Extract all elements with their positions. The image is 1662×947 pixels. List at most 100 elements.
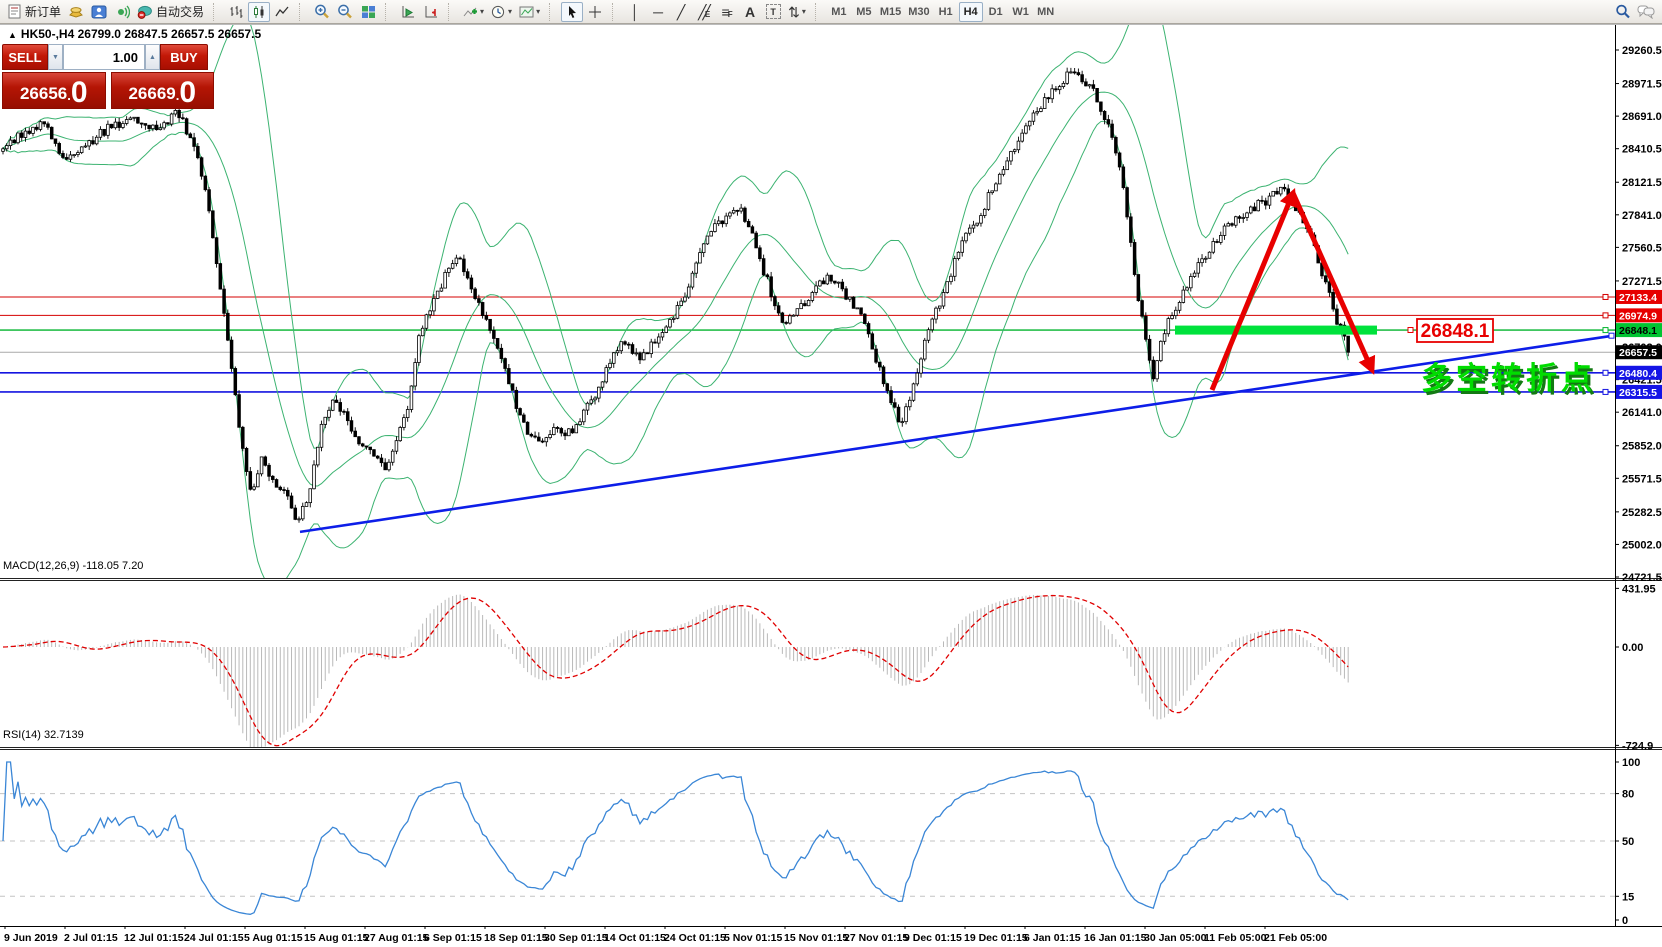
volume-increase-button[interactable]: ▲ — [145, 44, 160, 70]
volume-input[interactable]: 1.00 — [63, 44, 145, 70]
buy-price-display[interactable]: 26669.0 — [111, 72, 215, 109]
toolbar-separator — [448, 3, 456, 21]
collapse-panel-icon[interactable]: ▲ — [8, 30, 17, 40]
autoscroll-icon — [401, 5, 416, 19]
candlestick-chart-button[interactable] — [248, 2, 270, 22]
arrows-tool-icon: ⇅ — [788, 5, 800, 19]
gold-icon — [68, 5, 84, 19]
zoom-in-button[interactable] — [311, 2, 333, 22]
dropdown-arrow-icon: ▾ — [480, 7, 484, 16]
text-tool-button[interactable]: A — [739, 2, 761, 22]
line-chart-icon — [275, 5, 290, 19]
toolbar-separator — [299, 3, 307, 21]
price-axis-tick: 27841.0 — [1622, 210, 1662, 222]
arrows-tool-button[interactable]: ⇅▾ — [785, 2, 809, 22]
time-axis-label: 24 Oct 01:15 — [664, 932, 726, 944]
buy-button[interactable]: BUY — [160, 44, 208, 70]
symbol-ohlc-text: HK50-,H4 26799.0 26847.5 26657.5 26657.5 — [21, 27, 261, 41]
new-order-button[interactable]: 新订单 — [4, 2, 64, 22]
time-axis-label: 6 Jan 01:15 — [1024, 932, 1081, 944]
crosshair-tool-button[interactable] — [584, 2, 606, 22]
sell-price-int: 26656 — [20, 82, 67, 107]
timeframe-w1-button[interactable]: W1 — [1009, 2, 1033, 22]
timeframe-m1-button[interactable]: M1 — [827, 2, 851, 22]
price-tag-annotation: 26848.1 — [1408, 319, 1493, 342]
market-watch-button[interactable] — [111, 2, 133, 22]
turning-point-annotation: 多空转折点多空转折点 — [1421, 361, 1599, 399]
candlestick-icon — [252, 5, 267, 19]
autoscroll-button[interactable] — [397, 2, 419, 22]
chart-shift-button[interactable] — [420, 2, 442, 22]
new-chart-button[interactable] — [88, 2, 110, 22]
price-marker-label: 26657.5 — [1619, 347, 1657, 359]
rsi-pane — [0, 762, 1615, 914]
price-axis-tick: 25571.5 — [1622, 473, 1662, 485]
bar-chart-button[interactable] — [225, 2, 247, 22]
price-axis-tick: 27560.5 — [1622, 242, 1662, 254]
new-order-icon — [7, 4, 22, 19]
rsi-indicator-label: RSI(14) 32.7139 — [3, 729, 84, 741]
timeframe-m15-button[interactable]: M15 — [877, 2, 904, 22]
chart-area[interactable]: 26848.1 多空转折点多空转折点 29260.528971.528691.028… — [0, 24, 1662, 947]
periods-button[interactable]: ▾ — [488, 2, 515, 22]
chat-bubbles-icon — [1637, 4, 1655, 19]
time-axis-label: 9 Jun 2019 — [4, 932, 58, 944]
volume-decrease-button[interactable]: ▼ — [48, 44, 63, 70]
channel-tool-button[interactable]: ╱╱E — [693, 2, 715, 22]
tile-windows-button[interactable] — [357, 2, 379, 22]
time-axis-label: 5 Aug 01:15 — [244, 932, 303, 944]
macd-axis-tick: 431.95 — [1622, 583, 1656, 595]
chat-button[interactable] — [1634, 2, 1658, 22]
price-axis-tick: 25282.5 — [1622, 507, 1662, 519]
dropdown-arrow-icon: ▾ — [508, 7, 512, 16]
support-highlight-bar — [1175, 326, 1377, 335]
timeframe-d1-button[interactable]: D1 — [984, 2, 1008, 22]
price-axis-tick: 25002.0 — [1622, 539, 1662, 551]
autotrading-button[interactable]: 自动交易 — [134, 2, 207, 22]
cursor-tool-button[interactable] — [561, 2, 583, 22]
line-chart-button[interactable] — [271, 2, 293, 22]
new-order-label: 新订单 — [25, 3, 61, 20]
templates-button[interactable]: ▾ — [516, 2, 543, 22]
zoom-out-button[interactable] — [334, 2, 356, 22]
search-button[interactable] — [1612, 2, 1634, 22]
horizontal-line-icon: ─ — [653, 5, 663, 19]
macd-axis-tick: -724.9 — [1622, 740, 1653, 752]
timeframe-m5-button[interactable]: M5 — [852, 2, 876, 22]
time-axis-label: 14 Oct 01:15 — [604, 932, 666, 944]
time-axis-label: 18 Sep 01:15 — [484, 932, 548, 944]
price-axis-tick: 26141.0 — [1622, 407, 1662, 419]
quotes-button[interactable] — [65, 2, 87, 22]
timeframe-h4-button[interactable]: H4 — [959, 2, 983, 22]
search-icon — [1615, 4, 1631, 19]
time-axis-label: 15 Nov 01:15 — [784, 932, 848, 944]
timeframe-m30-button[interactable]: M30 — [905, 2, 932, 22]
time-axis-label: 9 Dec 01:15 — [904, 932, 962, 944]
vertical-line-tool-button[interactable]: │ — [624, 2, 646, 22]
tile-windows-icon — [361, 5, 376, 19]
timeframe-mn-button[interactable]: MN — [1034, 2, 1058, 22]
price-axis: 29260.528971.528691.028410.528121.527841… — [1615, 45, 1662, 927]
text-label-tool-button[interactable]: T — [762, 2, 784, 22]
toolbar-separator — [549, 3, 557, 21]
clock-icon — [491, 5, 506, 19]
trendline-handle — [1609, 333, 1614, 338]
indicators-button[interactable]: ▾ — [460, 2, 487, 22]
sell-button[interactable]: SELL — [2, 44, 48, 70]
text-label-icon: T — [766, 4, 781, 19]
price-marker-label: 26848.1 — [1619, 325, 1657, 337]
template-icon — [519, 5, 534, 19]
sell-price-display[interactable]: 26656.0 — [2, 72, 106, 109]
chart-svg[interactable]: 26848.1 多空转折点多空转折点 29260.528971.528691.028… — [0, 24, 1662, 947]
macd-signal-line — [3, 596, 1348, 746]
bar-chart-icon — [229, 5, 244, 19]
time-axis-label: 30 Sep 01:15 — [544, 932, 608, 944]
time-axis-label: 27 Aug 01:15 — [364, 932, 429, 944]
price-axis-tick: 25852.0 — [1622, 441, 1662, 453]
time-axis-label: 12 Jul 01:15 — [124, 932, 184, 944]
timeframe-h1-button[interactable]: H1 — [934, 2, 958, 22]
trendline-tool-button[interactable]: ╱ — [670, 2, 692, 22]
horizontal-line-tool-button[interactable]: ─ — [647, 2, 669, 22]
fibonacci-tool-button[interactable]: ≡F — [716, 2, 738, 22]
trendline-annotation — [300, 336, 1613, 532]
